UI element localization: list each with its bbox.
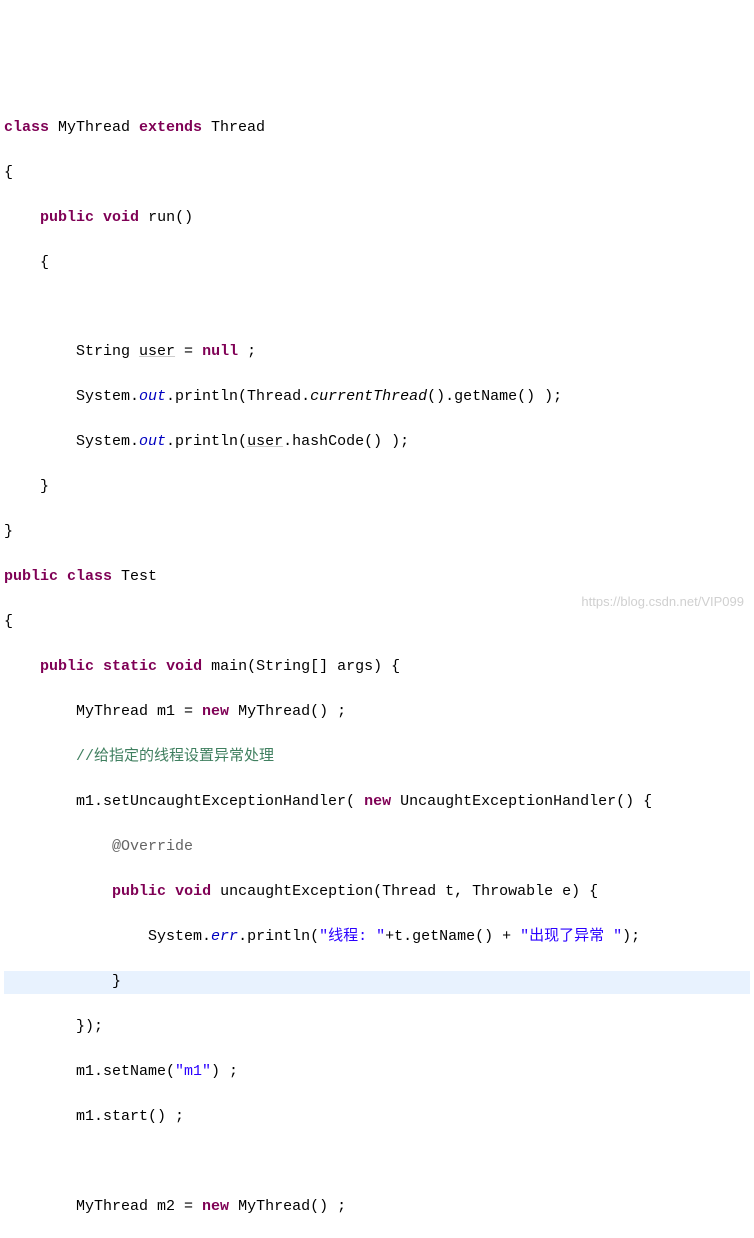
code-line: public class Test bbox=[4, 566, 750, 589]
keyword-new: new bbox=[202, 1198, 229, 1215]
code-line: class MyThread extends Thread bbox=[4, 117, 750, 140]
code-line: { bbox=[4, 252, 750, 275]
code-line: System.out.println(user.hashCode() ); bbox=[4, 431, 750, 454]
code-line: String user = null ; bbox=[4, 341, 750, 364]
code-line: //给指定的线程设置异常处理 bbox=[4, 746, 750, 769]
code-line: } bbox=[4, 476, 750, 499]
keyword-new: new bbox=[202, 703, 229, 720]
code-line: } bbox=[4, 521, 750, 544]
class-name: Test bbox=[112, 568, 157, 585]
comment: //给指定的线程设置异常处理 bbox=[76, 748, 274, 765]
code-line: System.out.println(Thread.currentThread(… bbox=[4, 386, 750, 409]
code-line: System.err.println("线程: "+t.getName() + … bbox=[4, 926, 750, 949]
brace: { bbox=[4, 613, 13, 630]
code-line: MyThread m1 = new MyThread() ; bbox=[4, 701, 750, 724]
string-literal: "出现了异常 " bbox=[520, 928, 622, 945]
code-line: }); bbox=[4, 1016, 750, 1039]
method-sig: main(String[] args) { bbox=[202, 658, 400, 675]
superclass: Thread bbox=[202, 119, 265, 136]
keyword-void: void bbox=[175, 883, 211, 900]
keyword-void: void bbox=[103, 209, 139, 226]
keyword-null: null bbox=[202, 343, 238, 360]
keyword-class: class bbox=[4, 119, 49, 136]
method-currentThread: currentThread bbox=[310, 388, 427, 405]
code-line: m1.setName("m1") ; bbox=[4, 1061, 750, 1084]
code-line: public void uncaughtException(Thread t, … bbox=[4, 881, 750, 904]
brace: } bbox=[4, 973, 121, 990]
annotation-override: @Override bbox=[112, 838, 193, 855]
brace: { bbox=[4, 254, 49, 271]
variable: user bbox=[139, 343, 175, 360]
field-err: err bbox=[211, 928, 238, 945]
code-line: @Override bbox=[4, 836, 750, 859]
keyword-public: public bbox=[40, 658, 94, 675]
code-line: { bbox=[4, 162, 750, 185]
keyword-void: void bbox=[166, 658, 202, 675]
brace: }); bbox=[4, 1018, 103, 1035]
string-literal: "m1" bbox=[175, 1063, 211, 1080]
watermark: https://blog.csdn.net/VIP099 bbox=[581, 592, 744, 612]
code-line bbox=[4, 297, 750, 319]
keyword-extends: extends bbox=[139, 119, 202, 136]
brace: } bbox=[4, 523, 13, 540]
code-block: class MyThread extends Thread { public v… bbox=[4, 94, 750, 1238]
field-out: out bbox=[139, 388, 166, 405]
code-line: m1.start() ; bbox=[4, 1106, 750, 1129]
string-literal: "线程: " bbox=[319, 928, 385, 945]
variable: user bbox=[247, 433, 283, 450]
indent: String bbox=[4, 343, 139, 360]
keyword-new: new bbox=[364, 793, 391, 810]
code-line bbox=[4, 1151, 750, 1173]
indent bbox=[4, 209, 40, 226]
brace: } bbox=[4, 478, 49, 495]
class-name: MyThread bbox=[49, 119, 139, 136]
code-line: public static void main(String[] args) { bbox=[4, 656, 750, 679]
code-line: public void run() bbox=[4, 207, 750, 230]
code-line-highlighted: } bbox=[4, 971, 750, 994]
keyword-public: public bbox=[112, 883, 166, 900]
keyword-class: class bbox=[67, 568, 112, 585]
keyword-static: static bbox=[103, 658, 157, 675]
keyword-public: public bbox=[40, 209, 94, 226]
code-line: { bbox=[4, 611, 750, 634]
method-sig: uncaughtException(Thread t, Throwable e)… bbox=[211, 883, 598, 900]
brace: { bbox=[4, 164, 13, 181]
field-out: out bbox=[139, 433, 166, 450]
keyword-public: public bbox=[4, 568, 58, 585]
method-sig: run() bbox=[139, 209, 193, 226]
code-line: m1.setUncaughtExceptionHandler( new Unca… bbox=[4, 791, 750, 814]
code-line: MyThread m2 = new MyThread() ; bbox=[4, 1196, 750, 1219]
